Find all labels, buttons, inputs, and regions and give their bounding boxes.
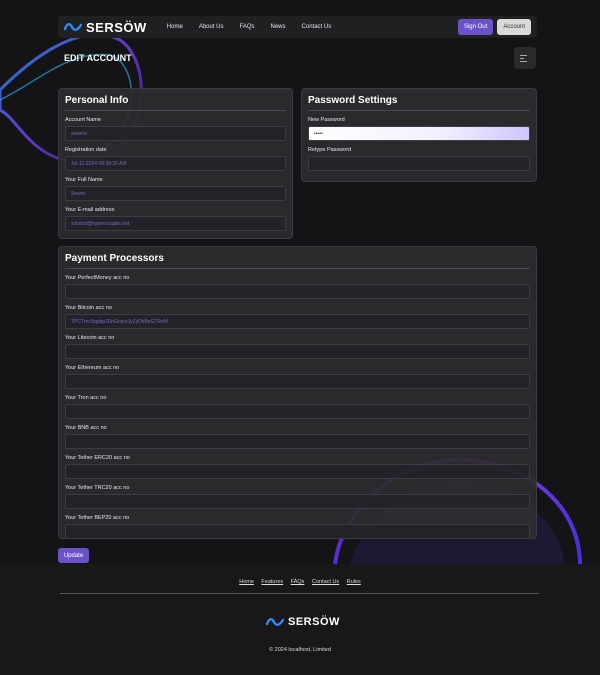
account-name-field[interactable]: sewere <box>65 126 286 141</box>
payment-processors-card: Payment Processors Your PerfectMoney acc… <box>58 246 537 539</box>
bnb-label: Your BNB acc no <box>65 425 107 431</box>
new-password-label: New Password <box>308 117 345 123</box>
tron-label: Your Tron acc no <box>65 395 107 401</box>
footer-link-rules[interactable]: Rules <box>347 579 361 585</box>
litecoin-label: Your Litecoin acc no <box>65 335 115 341</box>
ethereum-label: Your Ethereum acc no <box>65 365 120 371</box>
wave-logo-icon <box>266 618 284 626</box>
footer-brand-logo[interactable]: SERSÖW <box>266 616 340 628</box>
email-label: Your E-mail address <box>65 207 115 213</box>
sign-out-button[interactable]: Sign Out <box>457 19 494 35</box>
account-button[interactable]: Account <box>497 19 531 35</box>
nav-news[interactable]: News <box>263 24 294 30</box>
nav-contact-us[interactable]: Contact Us <box>294 24 340 30</box>
tether-bep20-field[interactable] <box>65 524 530 538</box>
footer-link-home[interactable]: Home <box>239 579 254 585</box>
footer-brand-name: SERSÖW <box>288 616 340 628</box>
personal-info-card: Personal Info Account Name sewere Regist… <box>58 88 293 239</box>
tether-trc20-label: Your Tether TRC20 acc no <box>65 485 130 491</box>
update-button[interactable]: Update <box>58 548 89 563</box>
registration-date-label: Registration date <box>65 147 107 153</box>
wave-logo-icon <box>64 23 82 31</box>
perfectmoney-field[interactable] <box>65 284 530 299</box>
ethereum-field[interactable] <box>65 374 530 389</box>
copyright-text: © 2024 localhost, Limited <box>269 647 331 653</box>
litecoin-field[interactable] <box>65 344 530 359</box>
password-settings-card: Password Settings New Password ••••• Ret… <box>301 88 537 182</box>
retype-password-field[interactable] <box>308 156 530 171</box>
password-settings-title: Password Settings <box>308 95 530 111</box>
full-name-label: Your Full Name <box>65 177 103 183</box>
menu-line-icon <box>520 60 527 62</box>
bitcoin-label: Your Bitcoin acc no <box>65 305 112 311</box>
bitcoin-field[interactable]: TPCTmcSqpbpJDnGoyreJyZyDkBeGTRnM <box>65 314 530 329</box>
payment-processors-title: Payment Processors <box>65 253 530 269</box>
footer-link-features[interactable]: Features <box>261 579 283 585</box>
page-title: EDIT ACCOUNT <box>64 53 132 63</box>
footer-link-contact-us[interactable]: Contact Us <box>312 579 339 585</box>
brand-logo[interactable]: SERSÖW <box>64 20 147 35</box>
nav-home[interactable]: Home <box>159 24 191 30</box>
footer-link-faqs[interactable]: FAQs <box>291 579 305 585</box>
menu-line-icon <box>520 57 524 59</box>
tether-erc20-field[interactable] <box>65 464 530 479</box>
menu-line-icon <box>520 54 527 56</box>
bnb-field[interactable] <box>65 434 530 449</box>
menu-toggle-button[interactable] <box>514 47 536 69</box>
retype-password-label: Retype Password <box>308 147 352 153</box>
personal-info-title: Personal Info <box>65 95 286 111</box>
registration-date-field: Jul-11-2024 08:39:35 AM <box>65 156 286 171</box>
perfectmoney-label: Your PerfectMoney acc no <box>65 275 130 281</box>
tether-trc20-field[interactable] <box>65 494 530 509</box>
tether-bep20-label: Your Tether BEP20 acc no <box>65 515 130 521</box>
nav-faqs[interactable]: FAQs <box>232 24 263 30</box>
nav-links: Home About Us FAQs News Contact Us <box>159 24 339 30</box>
tron-field[interactable] <box>65 404 530 419</box>
new-password-field[interactable]: ••••• <box>308 126 530 141</box>
footer-divider <box>60 593 539 594</box>
tether-erc20-label: Your Tether ERC20 acc no <box>65 455 130 461</box>
full-name-field[interactable]: Sewre <box>65 186 286 201</box>
top-navbar: SERSÖW Home About Us FAQs News Contact U… <box>58 16 537 38</box>
footer-links: Home Features FAQs Contact Us Rules <box>0 579 600 585</box>
email-field[interactable]: sdsdsd@hyperouapbs.net <box>65 216 286 231</box>
brand-name: SERSÖW <box>86 19 147 35</box>
nav-about-us[interactable]: About Us <box>191 24 232 30</box>
account-name-label: Account Name <box>65 117 102 123</box>
